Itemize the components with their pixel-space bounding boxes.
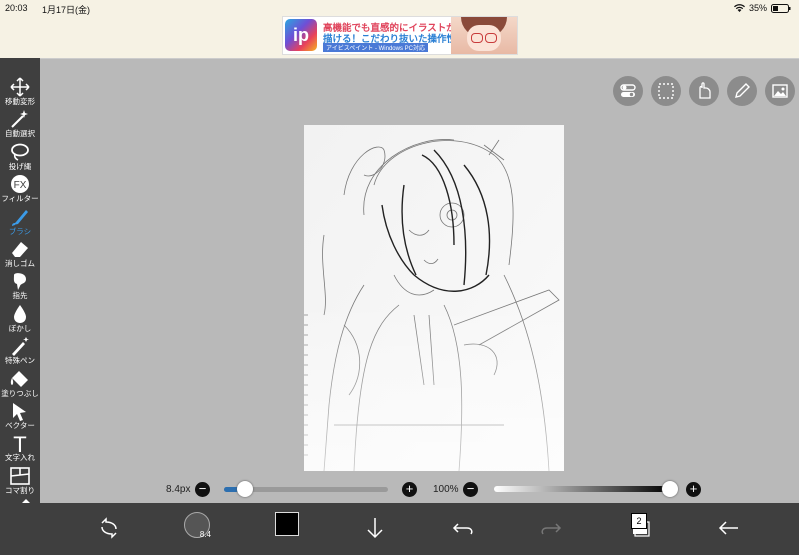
pen-icon [735,83,750,98]
tool-frame-divider[interactable]: コマ割り [0,465,40,497]
tool-eraser[interactable]: 消しゴム [0,238,40,270]
tool-lasso[interactable]: 投げ縄 [0,141,40,173]
tool-label: ブラシ [8,226,32,236]
layer-count: 2 [631,513,647,529]
toggle-settings-button[interactable] [613,76,643,106]
brush-size-label: 8.4px [166,484,191,495]
tool-label: ぼかし [8,323,32,333]
hand-icon [699,82,711,99]
ibispaint-logo: ip [285,19,317,51]
ruler-button[interactable] [727,76,757,106]
filter-icon: FX [11,175,29,194]
special-pen-icon [12,337,29,357]
opacity-thumb[interactable] [662,481,678,497]
eraser-icon [12,242,28,257]
tool-label: 消しゴム [5,259,35,268]
fill-icon [10,370,28,387]
bottom-toolbar: 8.4 2 [0,503,799,555]
selection-button[interactable] [651,76,681,106]
ad-caption: アイビスペイント - Windows PC対応 [323,43,428,52]
sketch-drawing [304,125,564,472]
move-icon [10,77,30,97]
opacity-label: 100% [433,484,459,495]
brush-settings-button[interactable]: 8.4 [184,512,211,539]
rotate-arrows-icon [101,517,117,539]
tool-label: コマ割り [5,485,35,495]
reference-image-button[interactable] [765,76,795,106]
toggle-icon [620,84,636,97]
undo-icon [452,523,473,535]
status-right: 35% [733,3,791,13]
ad-banner[interactable]: ip 高機能でも直感的にイラストが 描ける！こだわり抜いた操作性！ アイビスペイ… [282,16,518,55]
ad-character-image [451,17,517,54]
tool-text[interactable]: T 文字入れ [0,432,40,464]
hand-tool-button[interactable] [689,76,719,106]
magic-wand-icon [11,110,28,129]
tool-label: 移動変形 [5,97,35,106]
opacity-decrease-button[interactable]: − [463,482,478,497]
tool-fill[interactable]: 塗りつぶし [0,368,40,400]
artwork-canvas[interactable] [304,125,564,472]
wifi-icon [733,3,745,12]
undo-button[interactable] [446,511,480,545]
transform-view-button[interactable] [92,511,126,545]
status-bar: 20:03 1月17日(金) 35% [0,0,799,16]
tool-label: 自動選択 [5,129,35,139]
battery-icon [771,3,791,13]
opacity-increase-button[interactable]: + [686,482,701,497]
finger-icon [13,273,26,291]
text-icon-text: T [13,433,26,453]
tool-sidebar: 移動変形自動選択投げ縄 FX フィルターブラシ消しゴム指先ぼかし特殊ペン塗りつぶしベ… [0,58,40,544]
tool-filter[interactable]: FX フィルター [0,173,40,205]
download-button[interactable] [358,511,392,545]
tool-label: ベクター [5,421,35,430]
size-increase-button[interactable]: + [402,482,417,497]
tool-finger[interactable]: 指先 [0,270,40,302]
tool-label: 指先 [12,291,28,301]
tool-label: フィルター [1,194,39,204]
color-picker-button[interactable] [275,512,299,536]
battery-percent: 35% [748,3,767,13]
tool-special-pen[interactable]: 特殊ペン [0,335,40,367]
tool-label: 塗りつぶし [1,388,39,398]
redo-button[interactable] [534,511,568,545]
status-date: 1月17日(金) [42,5,91,15]
tool-vector[interactable]: ベクター [0,400,40,432]
selection-icon [658,83,674,99]
tool-brush[interactable]: ブラシ [0,206,40,238]
tool-magic-wand[interactable]: 自動選択 [0,108,40,140]
status-time: 20:03 [5,3,28,13]
back-button[interactable] [712,511,746,545]
blur-icon [14,304,26,323]
brush-icon [12,209,28,226]
arrow-down-icon [367,518,383,539]
brush-size-badge: 8.4 [199,530,211,539]
tool-label: 特殊ペン [5,356,35,366]
tool-blur[interactable]: ぼかし [0,303,40,335]
filter-icon-text: FX [14,180,27,191]
frame-divider-icon [10,466,30,485]
ad-area: ip 高機能でも直感的にイラストが 描ける！こだわり抜いた操作性！ アイビスペイ… [0,16,799,59]
lasso-icon [11,143,29,161]
opacity-slider[interactable] [494,486,670,492]
size-decrease-button[interactable]: − [195,482,210,497]
tool-label: 文字入れ [5,453,35,463]
text-icon: T [13,433,26,453]
arrow-left-icon [718,521,738,535]
tool-label: 投げ縄 [8,161,32,171]
vector-icon [13,403,26,421]
tool-move[interactable]: 移動変形 [0,76,40,108]
redo-icon [541,523,562,535]
image-icon [772,84,788,98]
